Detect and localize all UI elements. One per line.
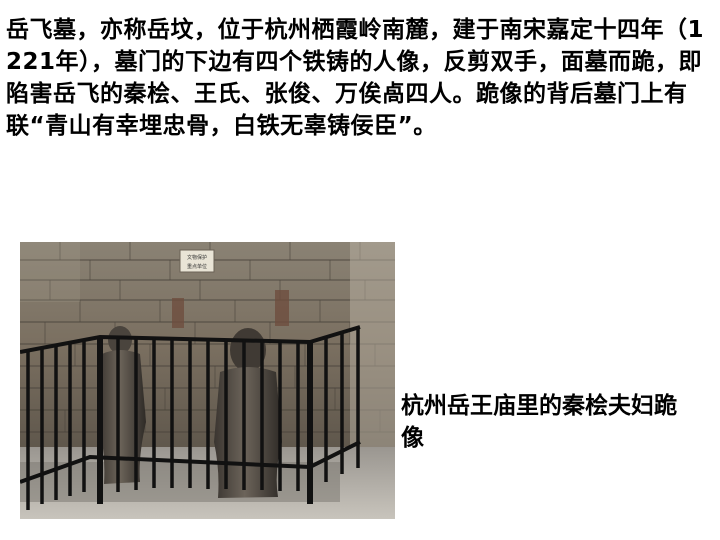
- iron-fence: [20, 325, 361, 510]
- paragraph-text: 岳飞墓，亦称岳坟，位于杭州栖霞岭南麓，建于南宋嘉定十四年（1221年），墓门的下…: [6, 17, 705, 139]
- kneeling-statues-photo: 文物保护 重点单位: [20, 242, 395, 519]
- sign-line-2: 重点单位: [187, 263, 207, 270]
- heritage-sign-plaque: 文物保护 重点单位: [179, 249, 215, 273]
- photo-caption: 杭州岳王庙里的秦桧夫妇跪像: [401, 393, 677, 451]
- sign-line-1: 文物保护: [187, 254, 207, 261]
